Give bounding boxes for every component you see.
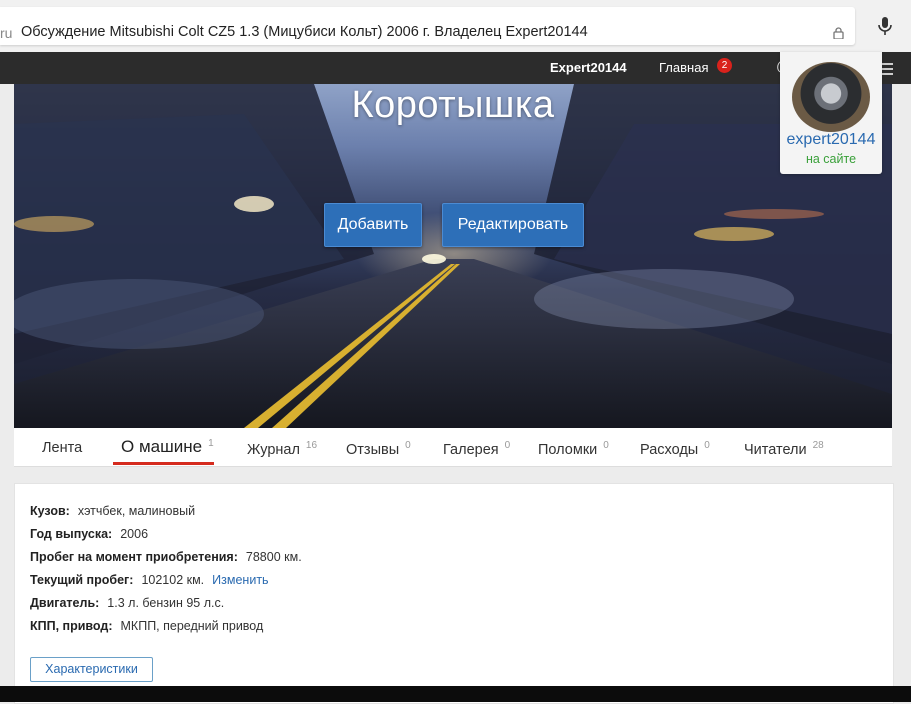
tab-label: Расходы [640, 442, 699, 458]
profile-tabs: Лента О машине 1 Журнал 16 Отзывы 0 Галерея… [14, 428, 892, 467]
nav-home-link[interactable]: Главная [659, 60, 708, 75]
spec-value: 102102 км. [141, 573, 205, 587]
tab-label: Галерея [443, 442, 499, 458]
notification-badge: 2 [717, 58, 732, 73]
tab-count: 0 [603, 440, 609, 451]
profile-card[interactable]: expert20144 на сайте [780, 52, 882, 174]
tab-count: 16 [305, 440, 318, 451]
avatar[interactable] [792, 62, 870, 132]
spec-label: Пробег на момент приобретения: [30, 550, 238, 564]
spec-value: 78800 км. [245, 550, 302, 564]
site-top-nav: Expert20144 Главная 2 @ [0, 52, 911, 84]
spec-value: хэтчбек, малиновый [77, 504, 196, 518]
url-domain-tail: ru [0, 25, 13, 41]
tab-label: Журнал [247, 442, 300, 458]
tab-label: Лента [42, 440, 83, 456]
spec-label: КПП, привод: [30, 619, 113, 633]
spec-row-body: Кузов: хэтчбек, малиновый [30, 504, 195, 518]
spec-label: Кузов: [30, 504, 70, 518]
online-status: на сайте [805, 152, 857, 166]
spec-label: Двигатель: [30, 596, 100, 610]
specifications-button[interactable]: Характеристики [30, 657, 153, 682]
edit-button[interactable]: Редактировать [442, 203, 584, 247]
tab-label: Читатели [744, 442, 807, 458]
spec-value: 2006 [120, 527, 149, 541]
tab-journal[interactable]: Журнал 16 [247, 440, 317, 458]
system-bottom-bar [0, 686, 911, 702]
car-name-title: Коротышка [351, 84, 555, 126]
tab-reviews[interactable]: Отзывы 0 [346, 440, 411, 458]
tab-readers[interactable]: Читатели 28 [744, 440, 824, 458]
microphone-icon[interactable] [878, 16, 892, 41]
spec-value: 1.3 л. бензин 95 л.с. [107, 596, 225, 610]
add-button[interactable]: Добавить [324, 203, 422, 247]
spec-label: Текущий пробег: [30, 573, 134, 587]
spec-value: МКПП, передний привод [120, 619, 264, 633]
tab-count: 0 [704, 440, 710, 451]
spec-label: Год выпуска: [30, 527, 113, 541]
tab-label: Поломки [538, 442, 598, 458]
active-tab-indicator [113, 462, 214, 465]
tab-gallery[interactable]: Галерея 0 [443, 440, 510, 458]
tab-feed[interactable]: Лента [42, 440, 82, 456]
tab-count: 1 [208, 438, 214, 449]
spec-row-current-mileage: Текущий пробег: 102102 км. Изменить [30, 573, 269, 587]
tab-count: 0 [504, 440, 511, 451]
url-page-title[interactable]: Обсуждение Mitsubishi Colt CZ5 1.3 (Мицу… [21, 24, 588, 40]
spec-row-transmission: КПП, привод: МКПП, передний привод [30, 619, 263, 633]
tab-count: 0 [405, 440, 411, 451]
tab-label: О машине [121, 437, 203, 456]
profile-username[interactable]: expert20144 [780, 131, 882, 149]
car-info-card: Кузов: хэтчбек, малиновый Год выпуска: 200… [14, 483, 894, 704]
tab-count: 28 [812, 440, 824, 451]
spec-row-initial-mileage: Пробег на момент приобретения: 78800 км. [30, 550, 302, 564]
tab-breakdowns[interactable]: Поломки 0 [538, 440, 609, 458]
tab-label: Отзывы [346, 442, 400, 458]
tab-expenses[interactable]: Расходы 0 [640, 440, 710, 458]
nav-username[interactable]: Expert20144 [550, 60, 627, 75]
change-mileage-link[interactable]: Изменить [212, 573, 268, 587]
url-field[interactable]: ru Обсуждение Mitsubishi Colt CZ5 1.3 (М… [0, 7, 855, 45]
browser-address-bar: ru Обсуждение Mitsubishi Colt CZ5 1.3 (М… [0, 0, 911, 52]
lock-icon [833, 26, 844, 44]
spec-row-year: Год выпуска: 2006 [30, 527, 148, 541]
street-background-image [14, 84, 892, 428]
spec-row-engine: Двигатель: 1.3 л. бензин 95 л.с. [30, 596, 224, 610]
tab-about-car[interactable]: О машине 1 [121, 437, 214, 457]
hero-banner: Коротышка Добавить Редактировать [14, 84, 892, 428]
